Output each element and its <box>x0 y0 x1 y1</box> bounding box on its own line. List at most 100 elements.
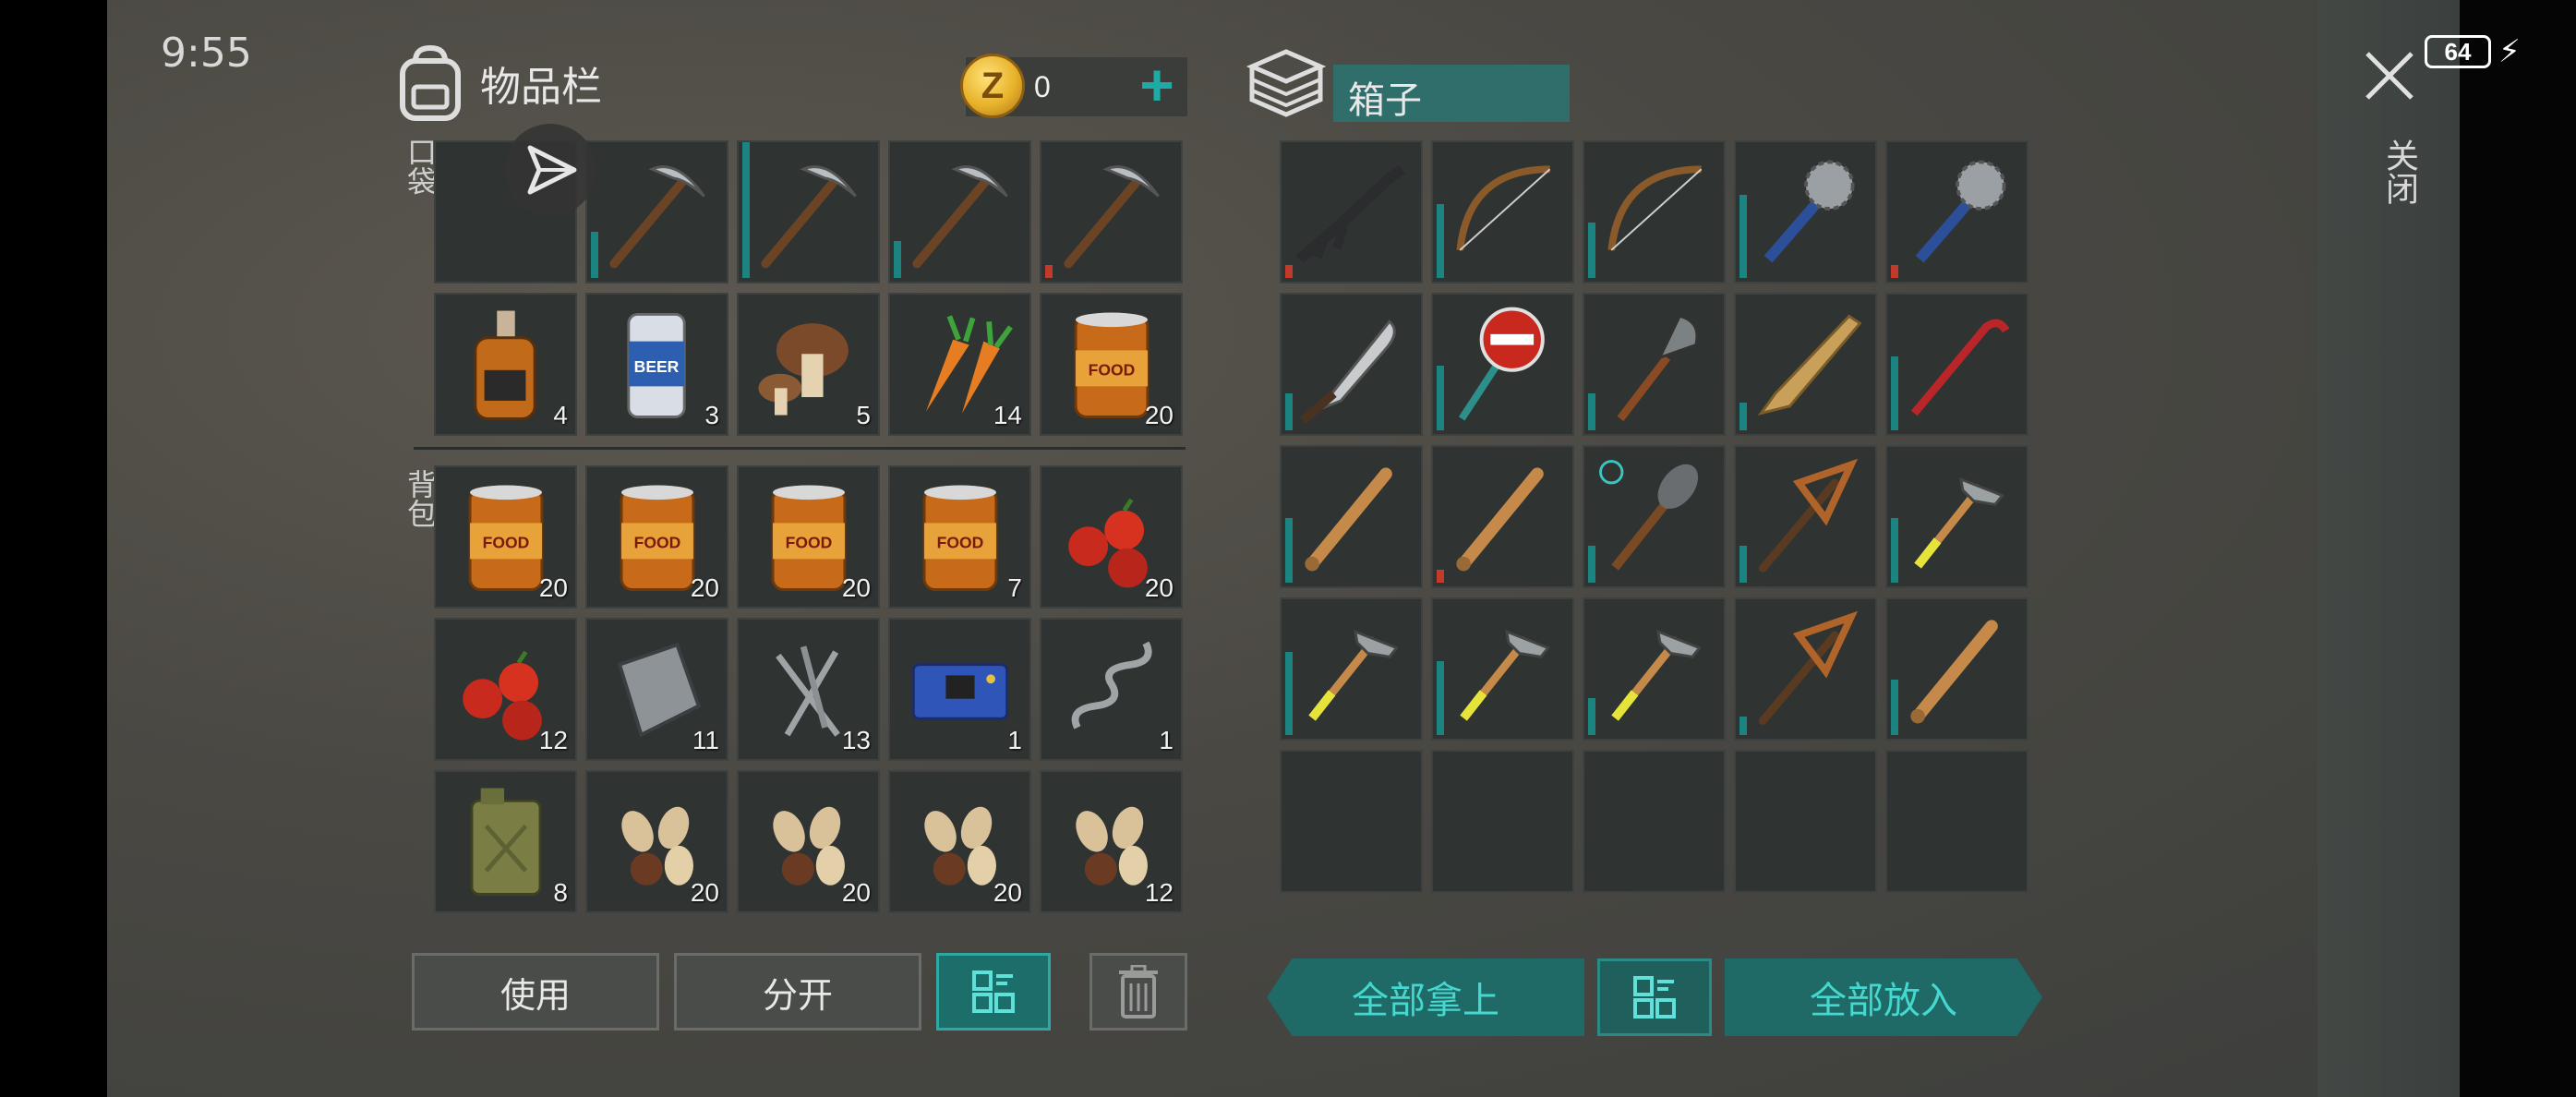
chest-slot[interactable] <box>1431 445 1574 588</box>
svg-text:FOOD: FOOD <box>937 534 984 552</box>
pickaxe-icon <box>1041 142 1181 282</box>
durability-bar <box>1891 680 1898 735</box>
chest-grid <box>1280 140 2028 893</box>
backpack-slot[interactable]: 20 <box>888 770 1031 913</box>
svg-text:FOOD: FOOD <box>483 534 530 552</box>
durability-bar <box>1588 698 1595 735</box>
backpack-slot[interactable]: 13 <box>737 618 880 761</box>
item-quantity: 20 <box>538 573 568 602</box>
trash-icon <box>1119 965 1158 1019</box>
durability-bar <box>1588 223 1595 278</box>
pocket-slot[interactable] <box>888 140 1031 283</box>
chest-slot[interactable] <box>1280 293 1423 436</box>
grid-sort-icon <box>1633 976 1676 1019</box>
chest-slot[interactable] <box>1583 750 1726 893</box>
durability-bar <box>1437 366 1444 430</box>
backpack-slot[interactable]: FOOD 20 <box>585 465 728 609</box>
backpack-slot[interactable]: 1 <box>1040 618 1183 761</box>
shovel-icon <box>1584 295 1724 434</box>
chest-slot[interactable] <box>1734 750 1877 893</box>
backpack-slot[interactable]: FOOD 20 <box>737 465 880 609</box>
pocket-slot[interactable] <box>737 140 880 283</box>
chest-header <box>1246 46 1326 120</box>
put-all-button[interactable]: 全部放入 <box>1725 958 2042 1036</box>
item-quantity: 1 <box>1159 726 1174 754</box>
chest-slot[interactable] <box>1280 445 1423 588</box>
pocket-slot[interactable] <box>585 140 728 283</box>
split-button[interactable]: 分开 <box>674 953 921 1031</box>
chest-slot[interactable] <box>1280 750 1423 893</box>
chest-slot[interactable] <box>1885 597 2028 741</box>
pocket-slot[interactable] <box>1040 140 1183 283</box>
chest-slot[interactable] <box>1885 750 2028 893</box>
inventory-header: 物品栏 <box>395 44 602 122</box>
screen-edge <box>2460 0 2576 1097</box>
svg-text:FOOD: FOOD <box>634 534 681 552</box>
chest-slot[interactable] <box>1431 597 1574 741</box>
pickaxe-icon <box>890 142 1029 282</box>
chest-slot[interactable] <box>1280 597 1423 741</box>
pocket-slot[interactable]: 4 <box>434 293 577 436</box>
item-quantity: 4 <box>553 401 568 429</box>
backpack-slot[interactable]: 12 <box>434 618 577 761</box>
pocket-slot[interactable]: BEER 3 <box>585 293 728 436</box>
chest-slot[interactable] <box>1885 293 2028 436</box>
section-divider <box>414 447 1186 450</box>
hammer-icon <box>1282 599 1421 739</box>
chest-slot[interactable] <box>1583 445 1726 588</box>
take-all-button[interactable]: 全部拿上 <box>1267 958 1584 1036</box>
item-quantity: 3 <box>704 401 719 429</box>
chest-slot[interactable] <box>1431 140 1574 283</box>
item-quantity: 1 <box>1007 726 1022 754</box>
sort-inventory-button[interactable] <box>936 953 1051 1031</box>
backpack-slot[interactable]: FOOD 20 <box>434 465 577 609</box>
durability-bar <box>1437 204 1444 278</box>
baseball-bat-icon <box>1282 447 1421 586</box>
saw-mace-icon <box>1887 142 2027 282</box>
add-coins-button[interactable]: + <box>1126 55 1187 116</box>
backpack-slot[interactable]: 20 <box>585 770 728 913</box>
durability-bar <box>1891 518 1898 583</box>
pocket-slot[interactable]: FOOD 20 <box>1040 293 1183 436</box>
trash-button[interactable] <box>1089 953 1187 1031</box>
chest-slot[interactable] <box>1280 140 1423 283</box>
stop-sign-icon <box>1433 295 1572 434</box>
chest-slot[interactable] <box>1885 140 2028 283</box>
backpack-slot[interactable]: 1 <box>888 618 1031 761</box>
assault-rifle-icon <box>1282 142 1421 282</box>
durability-bar <box>1891 265 1898 278</box>
sort-chest-button[interactable] <box>1597 958 1712 1036</box>
durability-bar <box>1739 403 1747 430</box>
backpack-slot[interactable]: 11 <box>585 618 728 761</box>
backpack-slot[interactable]: FOOD 7 <box>888 465 1031 609</box>
copper-pickaxe-icon <box>1736 447 1875 586</box>
chest-slot[interactable] <box>1431 750 1574 893</box>
backpack-slot[interactable]: 12 <box>1040 770 1183 913</box>
wooden-plank-icon <box>1736 295 1875 434</box>
chest-slot[interactable] <box>1583 597 1726 741</box>
chest-slot[interactable] <box>1431 293 1574 436</box>
durability-bar <box>1285 393 1293 430</box>
close-icon[interactable] <box>2364 50 2415 102</box>
durability-bar <box>1588 393 1595 430</box>
pocket-slot[interactable]: 14 <box>888 293 1031 436</box>
durability-bar <box>894 241 901 278</box>
use-button[interactable]: 使用 <box>412 953 659 1031</box>
svg-text:BEER: BEER <box>634 357 680 376</box>
backpack-slot[interactable]: 8 <box>434 770 577 913</box>
battery-indicator: 64 <box>2425 35 2491 68</box>
backpack-slot[interactable]: 20 <box>737 770 880 913</box>
chest-slot[interactable] <box>1734 597 1877 741</box>
chest-slot[interactable] <box>1583 140 1726 283</box>
chest-slot[interactable] <box>1734 293 1877 436</box>
chest-slot[interactable] <box>1583 293 1726 436</box>
item-quantity: 11 <box>692 726 719 754</box>
chest-slot[interactable] <box>1734 140 1877 283</box>
chest-slot[interactable] <box>1885 445 2028 588</box>
send-button[interactable] <box>504 124 596 216</box>
chest-slot[interactable] <box>1734 445 1877 588</box>
backpack-slot[interactable]: 20 <box>1040 465 1183 609</box>
durability-bar <box>1285 652 1293 735</box>
machete-icon <box>1282 295 1421 434</box>
pocket-slot[interactable]: 5 <box>737 293 880 436</box>
